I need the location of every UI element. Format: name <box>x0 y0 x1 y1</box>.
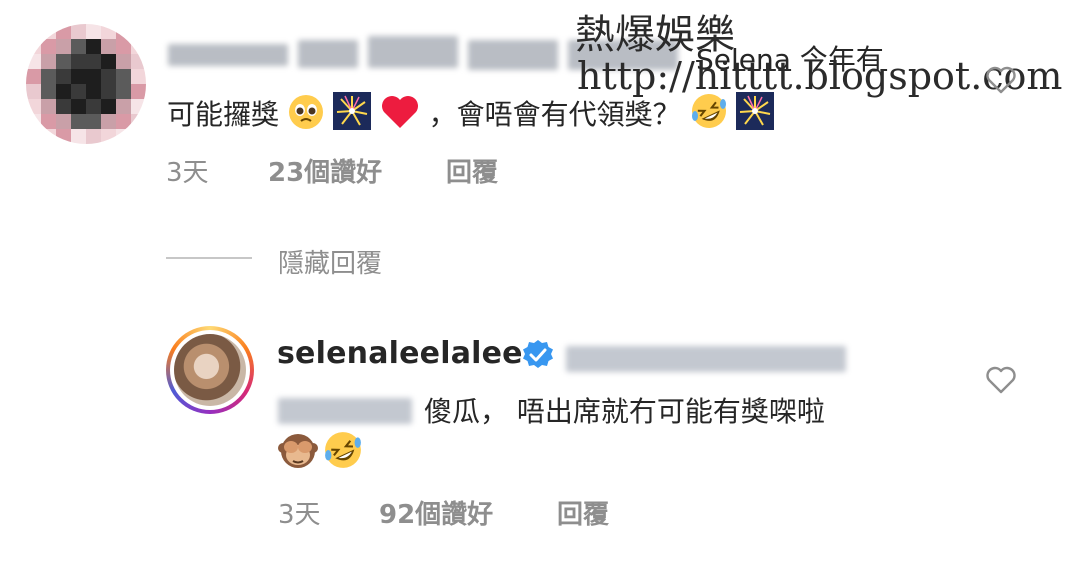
heart-outline-icon[interactable] <box>984 64 1018 96</box>
reply-reply-button[interactable]: 回覆 <box>557 494 609 531</box>
commenter-avatar[interactable] <box>26 24 146 144</box>
hidden-replies-divider <box>166 257 252 259</box>
rolling-laughing-emoji <box>690 92 728 137</box>
reply-time: 3天 <box>278 500 321 530</box>
verified-badge-icon <box>521 338 555 372</box>
fireworks-emoji <box>736 92 775 137</box>
mentioned-username-blurred[interactable] <box>566 342 848 374</box>
reply-likes-link[interactable]: 92個讚好 <box>379 494 493 531</box>
comment-text-part-a: 可能攞獎 <box>167 98 280 131</box>
reply-emojis <box>278 430 363 474</box>
mentioned-username-blurred-line2[interactable] <box>278 394 414 426</box>
reply-text: 傻瓜， 唔出席就冇可能有獎㗎啦 <box>424 395 825 428</box>
red-heart-emoji <box>380 94 420 137</box>
comment-text: 可能攞獎 ，會唔會有代領獎？ <box>167 92 775 137</box>
comment-text-part-b: ，會唔會有代領獎？ <box>428 98 681 131</box>
avatar-image <box>174 334 246 406</box>
reply-avatar[interactable] <box>166 326 254 414</box>
pleading-face-emoji <box>288 94 324 137</box>
comment-reply-button[interactable]: 回覆 <box>446 152 498 189</box>
rolling-laughing-emoji <box>323 430 363 474</box>
fireworks-emoji <box>332 92 371 137</box>
see-no-evil-monkey-emoji <box>278 430 318 474</box>
comment-time: 3天 <box>166 158 209 188</box>
reply-username[interactable]: selenaleelalee <box>277 336 523 371</box>
heart-outline-icon[interactable] <box>984 364 1018 396</box>
comment-likes-link[interactable]: 23個讚好 <box>268 152 382 189</box>
hide-replies-button[interactable]: 隱藏回覆 <box>278 243 382 280</box>
